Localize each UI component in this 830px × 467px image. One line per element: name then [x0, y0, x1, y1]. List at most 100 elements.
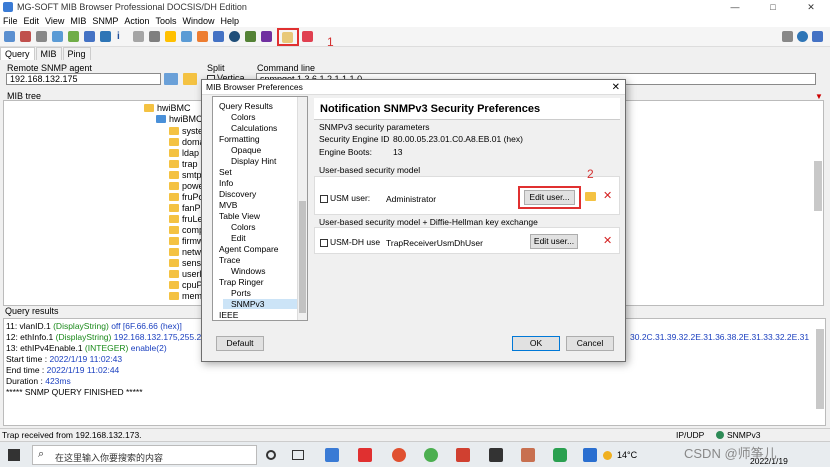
agent-properties-icon[interactable]: [164, 73, 178, 85]
usm-user-checkbox[interactable]: USM user:: [320, 193, 370, 203]
maximize-button[interactable]: □: [754, 0, 792, 14]
dh-user-checkbox[interactable]: USM-DH use: [320, 237, 380, 247]
tree-node[interactable]: hwiBMC: [156, 114, 203, 124]
get-icon[interactable]: [84, 31, 95, 42]
nav-item[interactable]: Trap Ringer: [219, 277, 264, 287]
nav-scrollbar-thumb[interactable]: [299, 201, 306, 313]
tree-scrollbar-thumb[interactable]: [814, 161, 822, 211]
open-folder-icon[interactable]: [585, 192, 596, 201]
nav-item[interactable]: Discovery: [219, 189, 256, 199]
timer-icon[interactable]: [36, 31, 47, 42]
task-view-icon[interactable]: [292, 450, 304, 460]
tools-icon[interactable]: [52, 31, 63, 42]
walk-icon[interactable]: [68, 31, 79, 42]
nav-item[interactable]: Opaque: [231, 145, 261, 155]
tree-node[interactable]: powe: [169, 181, 204, 191]
dh-edit-user-button[interactable]: Edit user...: [530, 234, 578, 249]
settings-icon[interactable]: [245, 31, 256, 42]
table-icon[interactable]: [133, 31, 144, 42]
nav-item[interactable]: Set: [219, 167, 232, 177]
terminal-icon[interactable]: [489, 448, 503, 462]
close-button[interactable]: ✕: [792, 0, 830, 14]
highlighted-preferences-button[interactable]: [277, 28, 299, 46]
browser-icon[interactable]: [392, 448, 406, 462]
menu-help[interactable]: Help: [217, 16, 242, 26]
menu-snmp[interactable]: SNMP: [89, 16, 121, 26]
nav-item[interactable]: IEEE: [219, 310, 238, 320]
preferences-nav[interactable]: Query Results Colors Calculations Format…: [212, 96, 308, 321]
tree-node[interactable]: trap: [169, 159, 198, 169]
minimize-button[interactable]: —: [716, 0, 754, 14]
module-icon[interactable]: [181, 31, 192, 42]
nav-item[interactable]: Display Hint: [231, 156, 276, 166]
edit-user-button[interactable]: Edit user...: [524, 190, 575, 205]
tab-mib[interactable]: MIB: [35, 47, 62, 60]
menu-view[interactable]: View: [42, 16, 67, 26]
menu-window[interactable]: Window: [179, 16, 217, 26]
windows-start-icon[interactable]: [8, 449, 20, 461]
taskbar-search-box[interactable]: ⌕ 在这里输入你要搜索的内容: [32, 445, 257, 465]
tree-node[interactable]: comp: [169, 225, 204, 235]
edge-icon[interactable]: [583, 448, 597, 462]
cancel-button[interactable]: Cancel: [566, 336, 614, 351]
tree-node[interactable]: doma: [169, 137, 205, 147]
grid-icon[interactable]: [149, 31, 160, 42]
ok-button[interactable]: OK: [512, 336, 560, 351]
nav-item-selected[interactable]: SNMPv3: [223, 299, 297, 309]
menu-action[interactable]: Action: [121, 16, 152, 26]
folder-icon: [169, 226, 179, 234]
wps-icon[interactable]: [358, 448, 372, 462]
menu-tools[interactable]: Tools: [152, 16, 179, 26]
folder-icon[interactable]: [165, 31, 176, 42]
nav-item[interactable]: Colors: [231, 112, 256, 122]
nav-item[interactable]: Agent Compare: [219, 244, 279, 254]
chart-icon[interactable]: [213, 31, 224, 42]
compile-icon[interactable]: [197, 31, 208, 42]
exit-icon[interactable]: [302, 31, 313, 42]
nav-item[interactable]: Table View: [219, 211, 260, 221]
about-icon[interactable]: [812, 31, 823, 42]
taskbar-app-icon[interactable]: [325, 448, 339, 462]
tree-node[interactable]: hwiBMC: [144, 103, 191, 113]
menu-edit[interactable]: Edit: [21, 16, 43, 26]
nav-item[interactable]: Trace: [219, 255, 240, 265]
nav-item[interactable]: Windows: [231, 266, 265, 276]
print-icon[interactable]: [782, 31, 793, 42]
menu-mib[interactable]: MIB: [67, 16, 89, 26]
delete-icon[interactable]: ✕: [603, 189, 612, 202]
nav-item[interactable]: Colors: [231, 222, 256, 232]
tree-node[interactable]: firmw: [169, 236, 204, 246]
cortana-icon[interactable]: [266, 450, 276, 460]
help-icon[interactable]: [797, 31, 808, 42]
tree-node[interactable]: ldap: [169, 148, 199, 158]
help-query-icon[interactable]: [20, 31, 31, 42]
connect-icon[interactable]: [4, 31, 15, 42]
agent-input[interactable]: 192.168.132.175: [6, 73, 161, 85]
nav-item[interactable]: Query Results: [219, 101, 273, 111]
menu-file[interactable]: File: [0, 16, 21, 26]
tree-node[interactable]: fanPr: [169, 203, 204, 213]
info-icon[interactable]: i: [117, 31, 128, 42]
results-scrollbar-thumb[interactable]: [816, 329, 824, 409]
ringer-icon[interactable]: [261, 31, 272, 42]
mib-browser-task-icon[interactable]: [521, 448, 535, 462]
chrome-icon[interactable]: [424, 448, 438, 462]
tab-ping[interactable]: Ping: [62, 47, 91, 60]
dialog-close-icon[interactable]: ✕: [612, 80, 620, 95]
nav-item[interactable]: Formatting: [219, 134, 260, 144]
tree-node[interactable]: smtp: [169, 170, 202, 180]
default-button[interactable]: Default: [216, 336, 264, 351]
wechat-icon[interactable]: [553, 448, 567, 462]
app-icon-red[interactable]: [456, 448, 470, 462]
tab-query[interactable]: Query: [0, 47, 35, 60]
globe-icon[interactable]: [100, 31, 111, 42]
nav-item[interactable]: MVB: [219, 200, 237, 210]
nav-item[interactable]: Calculations: [231, 123, 277, 133]
nav-scrollbar[interactable]: [297, 97, 307, 320]
nav-item[interactable]: Info: [219, 178, 233, 188]
nav-item[interactable]: Edit: [231, 233, 246, 243]
nav-item[interactable]: Ports: [231, 288, 251, 298]
trap-icon[interactable]: [229, 31, 240, 42]
agent-browse-icon[interactable]: [183, 73, 197, 85]
dh-delete-icon[interactable]: ✕: [603, 234, 612, 247]
